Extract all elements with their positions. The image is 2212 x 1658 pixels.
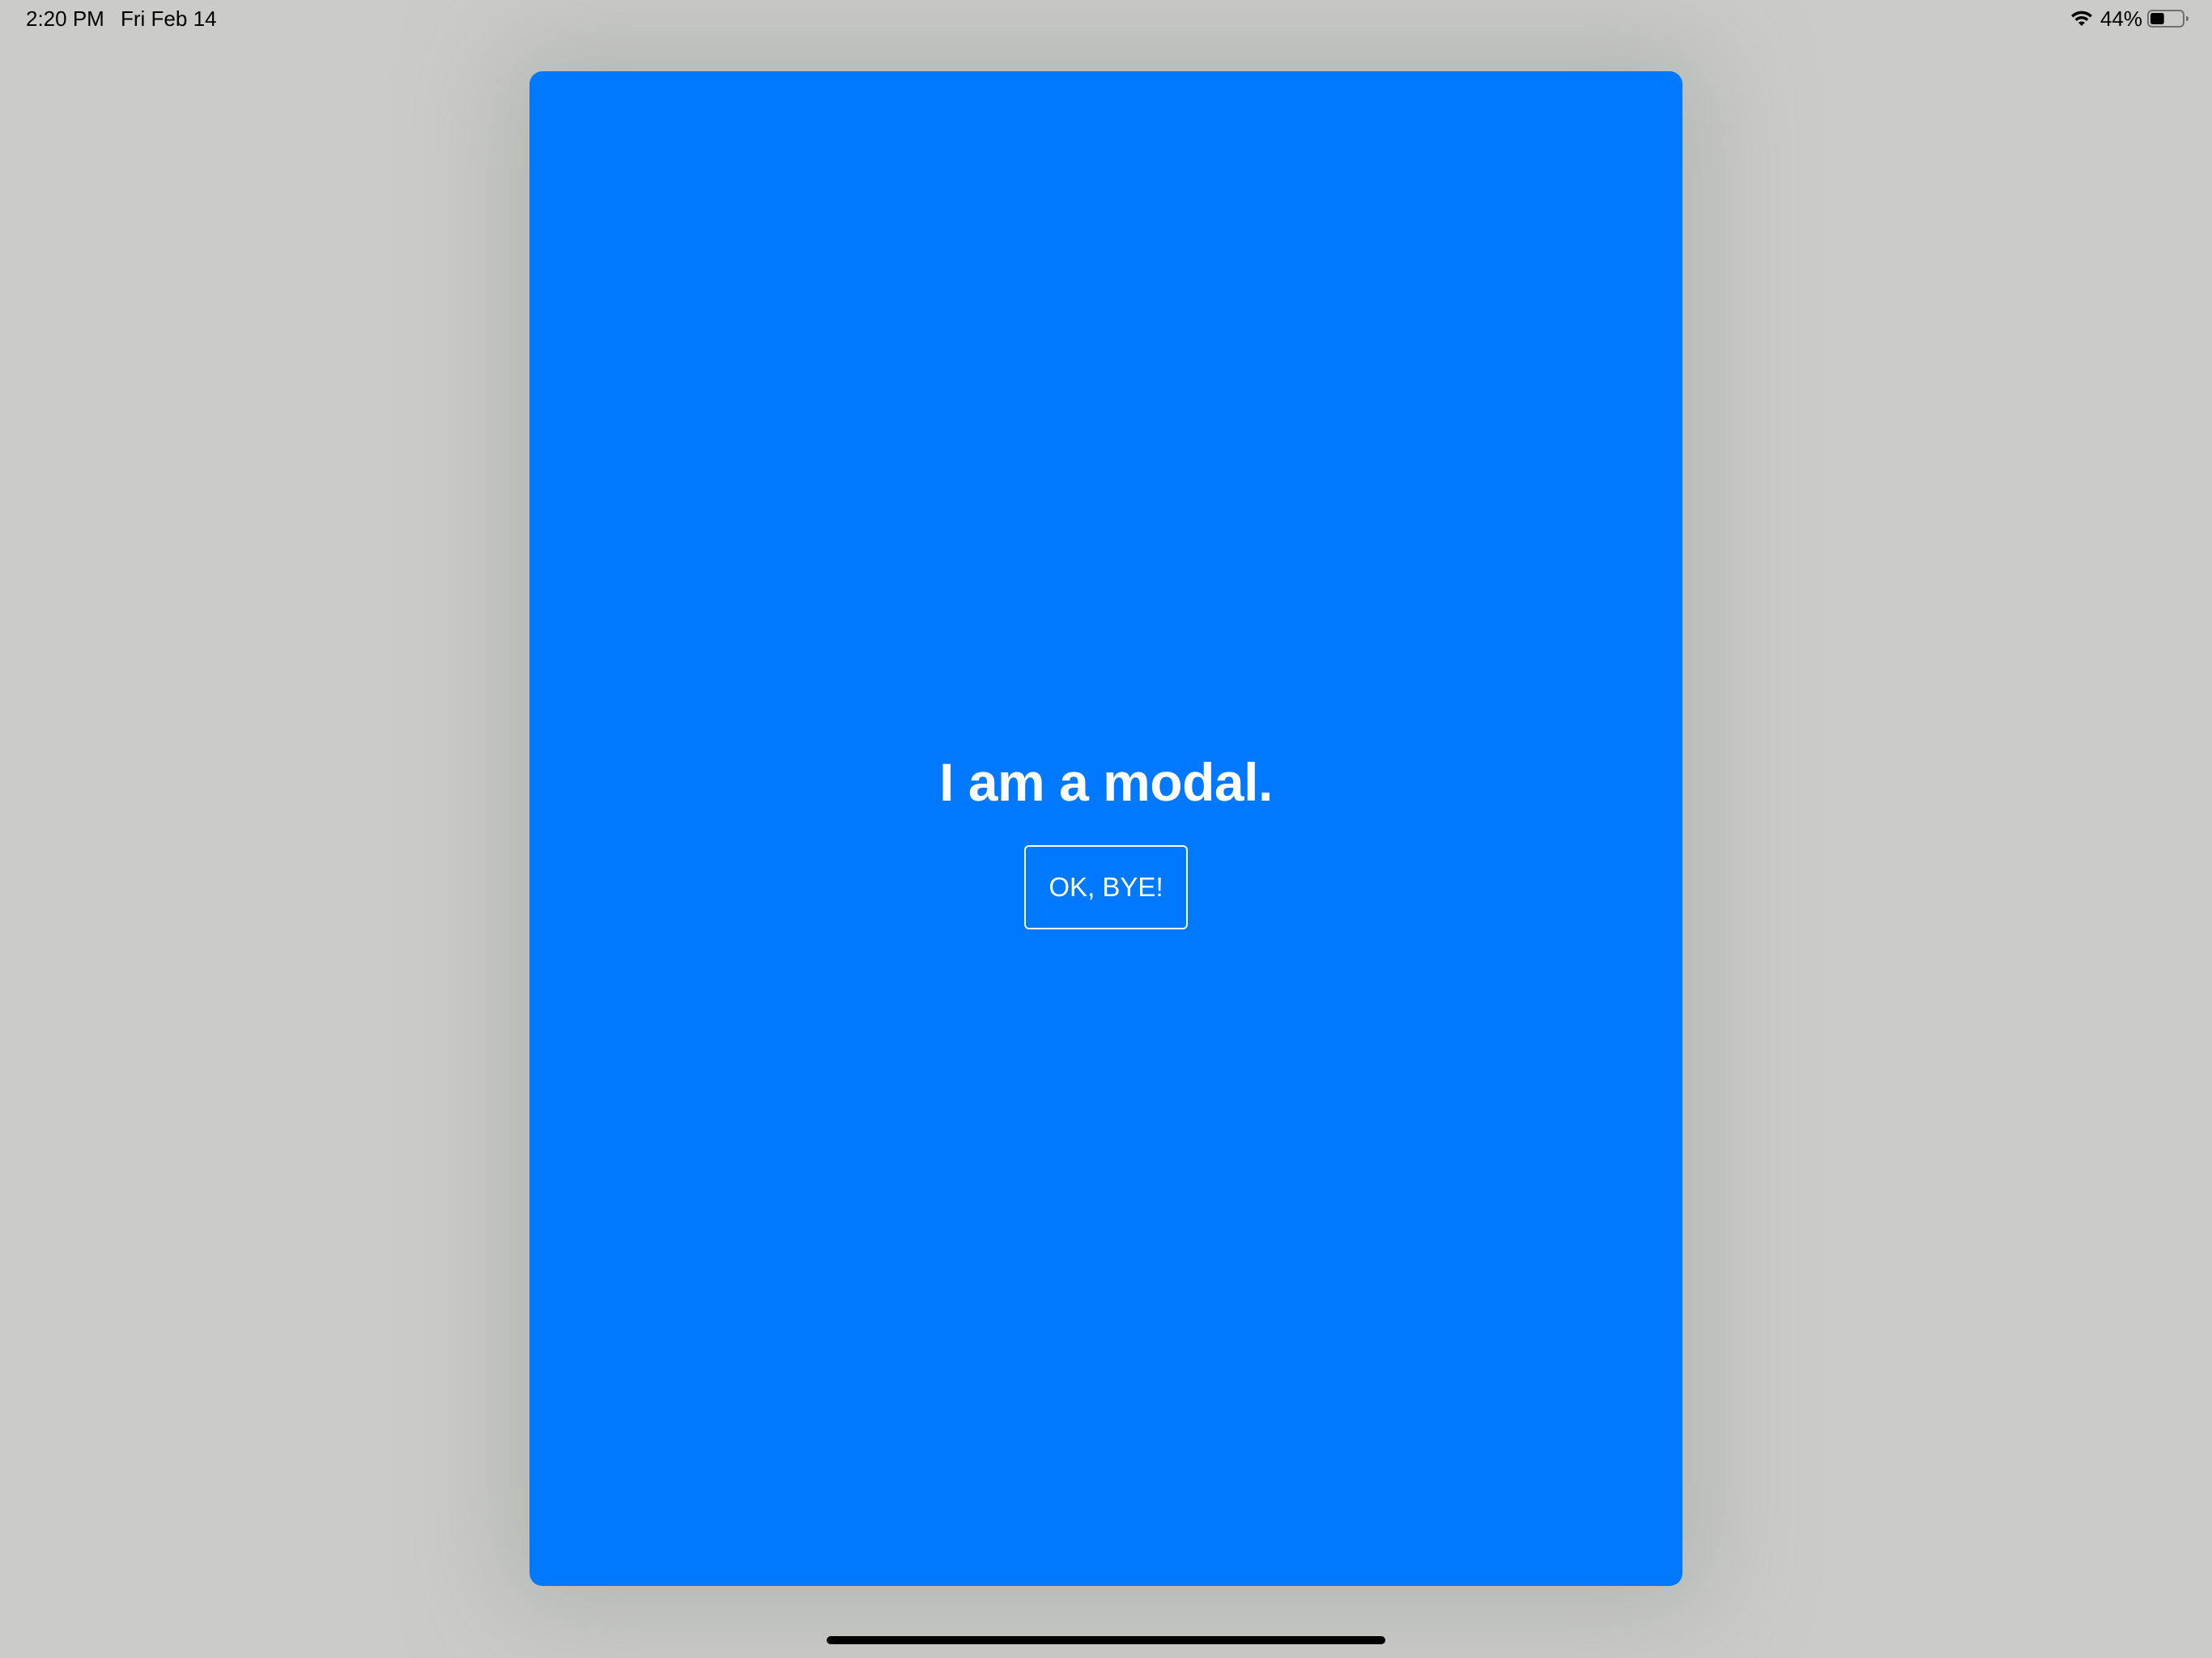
status-time: 2:20 PM xyxy=(26,6,104,31)
status-date: Fri Feb 14 xyxy=(121,6,217,31)
modal-content: I am a modal. OK, BYE! xyxy=(530,71,1682,1586)
battery-icon xyxy=(2147,10,2189,28)
wifi-icon xyxy=(2070,11,2092,26)
modal-title: I am a modal. xyxy=(939,752,1273,812)
battery-percent: 44% xyxy=(2099,6,2142,31)
home-indicator[interactable] xyxy=(827,1636,1385,1644)
modal-sheet: I am a modal. OK, BYE! xyxy=(530,71,1682,1586)
status-indicators: 44% xyxy=(2069,5,2189,32)
status-bar: 2:20 PM Fri Feb 14 44% xyxy=(0,0,2212,39)
dismiss-button[interactable]: OK, BYE! xyxy=(1024,845,1188,929)
